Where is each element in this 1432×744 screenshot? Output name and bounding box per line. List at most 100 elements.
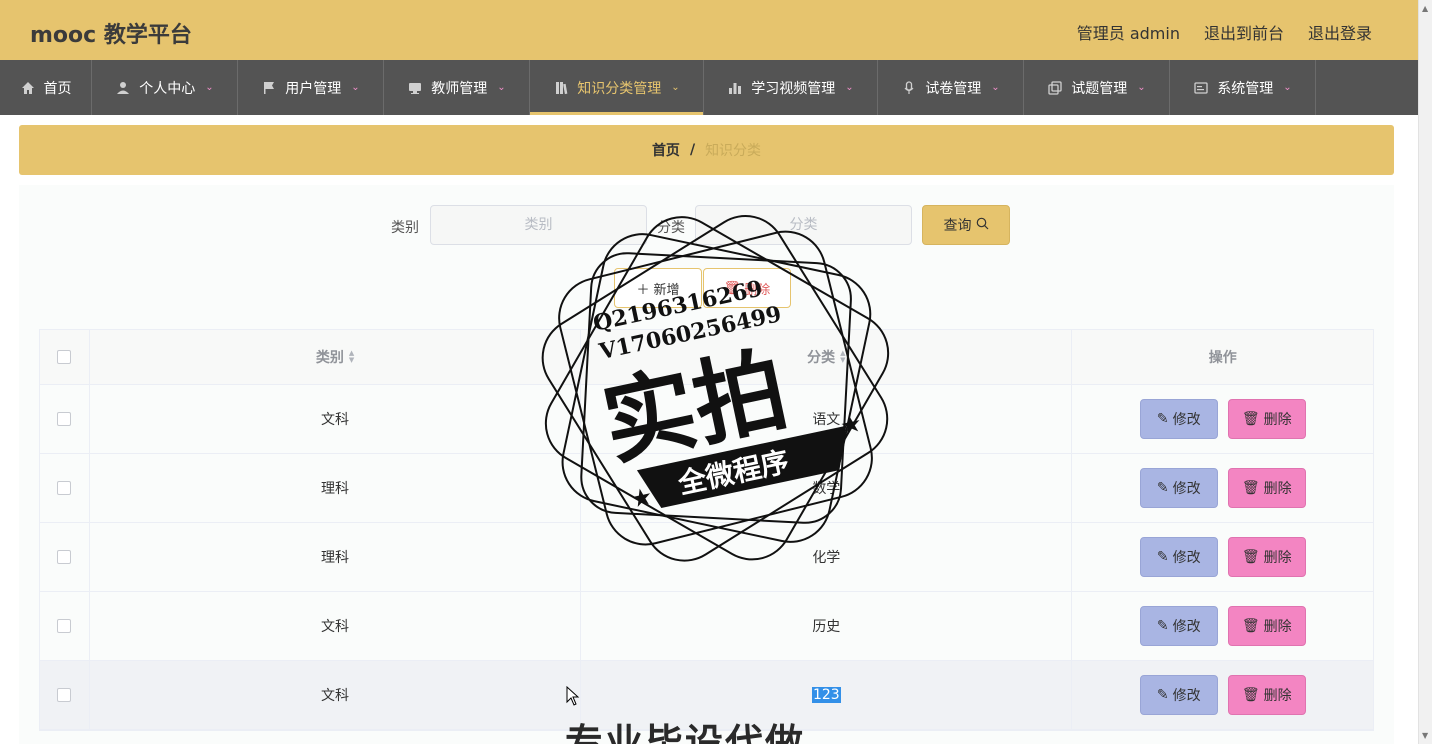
nav-item-home[interactable]: 首页 [0,60,92,115]
plus-icon: ＋ [636,282,650,298]
chevron-down-icon: ⌄ [497,82,506,93]
breadcrumb-home[interactable]: 首页 [652,140,680,160]
edit-button[interactable]: ✎ 修改 [1139,675,1218,715]
column-header-actions: 操作 [1208,350,1237,366]
nav-item-label: 学习视频管理 [751,80,836,97]
nav-item-label: 个人中心 [139,80,196,97]
classify-cell: 语文 [581,385,1073,453]
chevron-down-icon: ⌄ [991,82,1000,93]
top-header: mooc 教学平台 管理员 admin 退出到前台 退出登录 [0,0,1418,60]
row-checkbox[interactable] [57,688,72,702]
delete-button[interactable]: 🗑 删除 [1227,537,1306,577]
nav-item-knowledge-category[interactable]: 知识分类管理 ⌄ [530,60,704,115]
scroll-down-icon[interactable]: ▼ [1422,731,1428,740]
batch-delete-label: 删除 [744,282,771,298]
search-form: 类别 分类 查询 [19,205,1394,245]
row-checkbox[interactable] [57,550,72,564]
edit-icon: ✎ [1156,687,1169,703]
edit-icon: ✎ [1156,411,1169,427]
edit-button[interactable]: ✎ 修改 [1139,537,1218,577]
trash-icon: 🗑 [1241,618,1260,634]
chevron-down-icon: ⌄ [1137,82,1146,93]
copy-icon [1047,80,1063,96]
classify-cell: 化学 [581,523,1073,591]
app-title: mooc 教学平台 [30,23,192,48]
nav-item-question-management[interactable]: 试题管理 ⌄ [1024,60,1170,115]
classify-cell: 123 [811,687,841,703]
category-label: 类别 [391,220,419,236]
nav-item-label: 知识分类管理 [577,80,662,97]
chevron-down-icon: ⌄ [1283,82,1292,93]
select-all-checkbox[interactable] [57,350,72,364]
category-input[interactable] [430,205,647,245]
scroll-up-icon[interactable]: ▲ [1422,4,1428,13]
batch-delete-button[interactable]: 🗑 删除 [703,268,791,308]
table-row: 文科 语文 ✎ 修改 🗑 删除 [40,385,1373,454]
delete-button[interactable]: 🗑 删除 [1227,606,1306,646]
mouse-cursor-icon [566,686,580,706]
classify-cell: 数学 [581,454,1073,522]
nav-item-teacher-management[interactable]: 教师管理 ⌄ [384,60,530,115]
trash-icon: 🗑 [1241,411,1260,427]
classify-input[interactable] [695,205,912,245]
row-checkbox[interactable] [57,412,72,426]
edit-icon: ✎ [1156,549,1169,565]
nav-item-label: 首页 [43,80,72,97]
page-scrollbar[interactable]: ▲ ▼ [1418,0,1432,744]
query-button-label: 查询 [943,218,972,234]
delete-button[interactable]: 🗑 删除 [1227,399,1306,439]
search-icon [976,217,989,234]
book-icon [553,80,569,96]
nav-item-label: 系统管理 [1217,80,1274,97]
admin-user-link[interactable]: 管理员 admin [1077,20,1180,44]
edit-button[interactable]: ✎ 修改 [1139,606,1218,646]
table-row: 文科 历史 ✎ 修改 🗑 删除 [40,592,1373,661]
edit-button[interactable]: ✎ 修改 [1139,468,1218,508]
nav-item-system-management[interactable]: 系统管理 ⌄ [1170,60,1316,115]
bottom-watermark-text: 专业毕设代做 [565,721,806,744]
nav-item-user-management[interactable]: 用户管理 ⌄ [238,60,384,115]
nav-item-label: 试卷管理 [925,80,982,97]
sort-icon[interactable]: ▲ ▼ [840,350,845,364]
category-cell: 文科 [90,661,582,729]
header-links: 管理员 admin 退出到前台 退出登录 [1077,20,1372,44]
back-to-frontend-link[interactable]: 退出到前台 [1204,20,1284,44]
row-checkbox[interactable] [57,481,72,495]
logout-link[interactable]: 退出登录 [1308,20,1372,44]
trash-icon: 🗑 [1241,549,1260,565]
edit-icon: ✎ [1156,480,1169,496]
content-panel: 类别 分类 查询 ＋ 新增 🗑 删除 类别 ▲▼ 分类 [19,185,1394,744]
edit-button[interactable]: ✎ 修改 [1139,399,1218,439]
table-row: 理科 数学 ✎ 修改 🗑 删除 [40,454,1373,523]
sort-icon[interactable]: ▲ ▼ [349,350,354,364]
table-header-row: 类别 ▲ ▼ 分类 ▲ ▼ 操作 [40,330,1373,385]
category-table: 类别 ▲ ▼ 分类 ▲ ▼ 操作 文科 语文 ✎ 修改 🗑 删除 理科 数学 ✎… [39,329,1374,731]
column-header-category[interactable]: 类别 ▲ ▼ [90,330,582,384]
nav-item-personal-center[interactable]: 个人中心 ⌄ [92,60,238,115]
microphone-icon [901,80,917,96]
row-checkbox[interactable] [57,619,72,633]
bar-chart-icon [727,80,743,96]
home-icon [20,80,36,96]
delete-button[interactable]: 🗑 删除 [1227,468,1306,508]
flag-icon [261,80,277,96]
nav-item-label: 用户管理 [285,80,342,97]
chevron-down-icon: ⌄ [671,82,680,93]
breadcrumb: 首页 / 知识分类 [19,125,1394,175]
action-bar: ＋ 新增 🗑 删除 [19,268,1394,308]
edit-icon: ✎ [1156,618,1169,634]
classify-cell: 历史 [581,592,1073,660]
delete-button[interactable]: 🗑 删除 [1227,675,1306,715]
monitor-icon [407,80,423,96]
column-header-classify[interactable]: 分类 ▲ ▼ [581,330,1073,384]
query-button[interactable]: 查询 [922,205,1010,245]
nav-item-exam-paper[interactable]: 试卷管理 ⌄ [878,60,1024,115]
category-cell: 理科 [90,523,582,591]
add-button[interactable]: ＋ 新增 [614,268,702,308]
trash-icon: 🗑 [723,280,741,296]
category-cell: 理科 [90,454,582,522]
nav-item-study-video[interactable]: 学习视频管理 ⌄ [704,60,878,115]
classify-label: 分类 [657,220,685,236]
table-row: 理科 化学 ✎ 修改 🗑 删除 [40,523,1373,592]
chevron-down-icon: ⌄ [351,82,360,93]
